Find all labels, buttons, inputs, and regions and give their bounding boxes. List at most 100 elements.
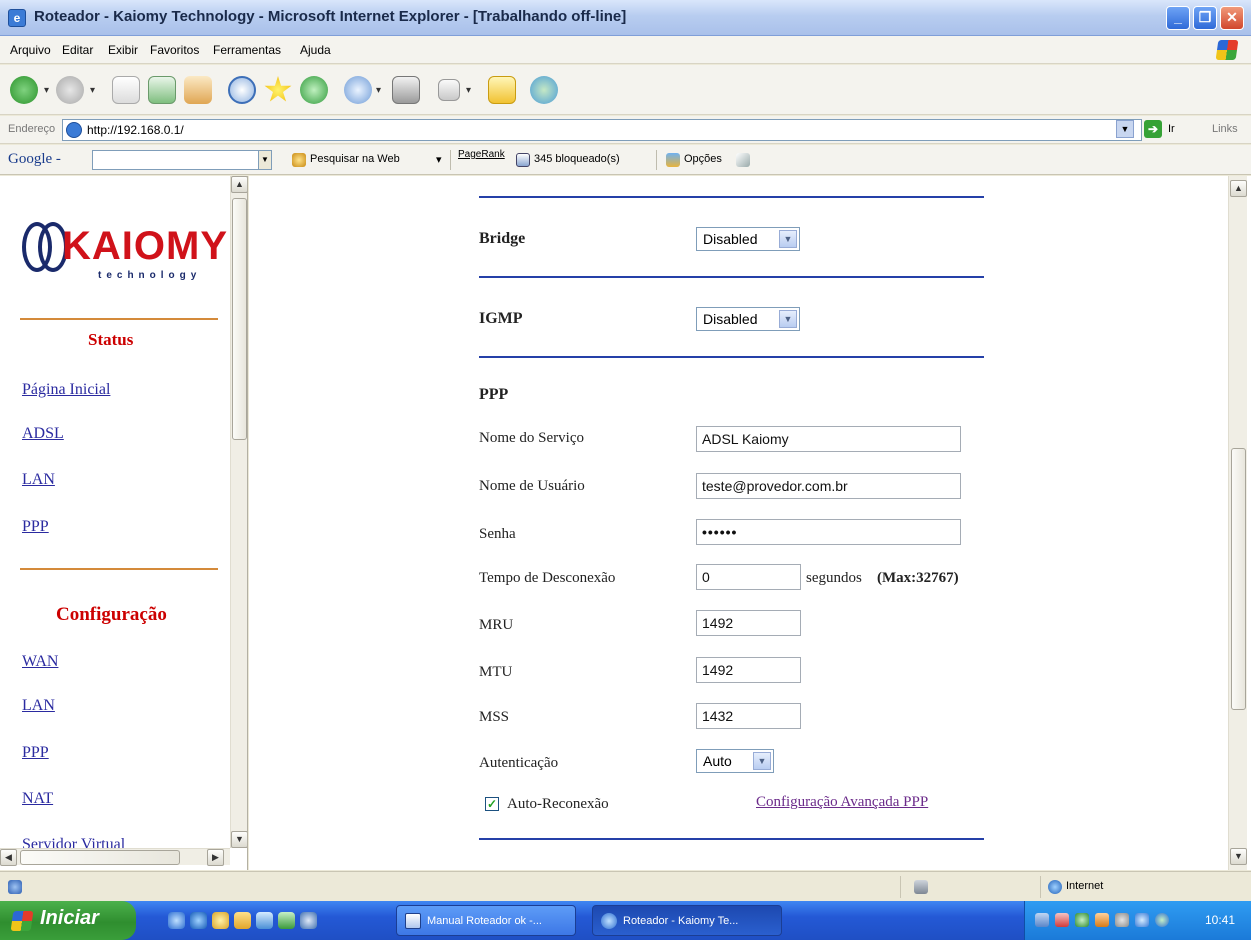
search-web-icon — [292, 153, 306, 167]
edit-icon[interactable] — [438, 79, 460, 101]
mail-dropdown-icon[interactable]: ▾ — [376, 85, 381, 96]
history-icon[interactable] — [300, 76, 328, 104]
scroll-left-icon[interactable]: ◀ — [0, 849, 17, 866]
nav-link-nat[interactable]: NAT — [22, 790, 53, 808]
tray-security-icon[interactable] — [1055, 913, 1069, 927]
bridge-select[interactable]: Disabled ▼ — [696, 227, 800, 251]
go-arrow-icon[interactable]: ➔ — [1144, 120, 1162, 138]
nav-link-wan[interactable]: WAN — [22, 653, 58, 671]
windows-flag-icon — [10, 911, 34, 931]
address-input[interactable]: http://192.168.0.1/ — [62, 119, 1142, 141]
tray-antivirus-icon[interactable] — [1155, 913, 1169, 927]
edit-dropdown-icon[interactable]: ▾ — [466, 85, 471, 96]
chevron-down-icon[interactable]: ▼ — [779, 230, 797, 248]
home-icon[interactable] — [184, 76, 212, 104]
task-roteador-kaiomy[interactable]: Roteador - Kaiomy Te... — [592, 905, 782, 936]
back-dropdown-icon[interactable]: ▾ — [44, 85, 49, 96]
search-web-button[interactable]: Pesquisar na Web — [310, 153, 400, 165]
refresh-icon[interactable] — [148, 76, 176, 104]
tray-update-icon[interactable] — [1135, 913, 1149, 927]
nav-link-pagina-inicial[interactable]: Página Inicial — [22, 381, 110, 399]
address-url[interactable]: http://192.168.0.1/ — [87, 123, 184, 137]
google-search-dropdown-icon[interactable]: ▼ — [258, 150, 272, 170]
forward-icon[interactable] — [56, 76, 84, 104]
discuss-icon[interactable] — [488, 76, 516, 104]
close-button[interactable]: ✕ — [1220, 6, 1244, 30]
chevron-down-icon[interactable]: ▼ — [753, 752, 771, 770]
mss-input[interactable]: 1432 — [696, 703, 801, 729]
nav-vertical-scrollbar[interactable]: ▲ ▼ — [230, 176, 247, 848]
mtu-input[interactable]: 1492 — [696, 657, 801, 683]
tray-network-icon[interactable] — [1035, 913, 1049, 927]
address-dropdown-icon[interactable]: ▼ — [1116, 120, 1134, 138]
auto-reconnect-checkbox[interactable]: ✓ — [485, 797, 499, 811]
mail-icon[interactable] — [344, 76, 372, 104]
search-web-dropdown-icon[interactable]: ▾ — [436, 153, 442, 166]
tray-messenger-icon[interactable] — [1075, 913, 1089, 927]
service-name-input[interactable]: ADSL Kaiomy — [696, 426, 961, 452]
username-input[interactable]: teste@provedor.com.br — [696, 473, 961, 499]
google-logo[interactable]: Google - — [8, 151, 61, 168]
quicklaunch-tool-icon[interactable] — [300, 912, 317, 929]
divider — [479, 276, 984, 278]
start-button[interactable]: Iniciar — [0, 901, 136, 940]
advanced-ppp-link[interactable]: Configuração Avançada PPP — [756, 794, 928, 811]
nav-link-status-ppp[interactable]: PPP — [22, 518, 49, 536]
nav-horizontal-scrollbar[interactable]: ◀ ▶ — [0, 848, 230, 866]
tray-app-icon[interactable] — [1095, 913, 1109, 927]
scroll-thumb[interactable] — [232, 198, 247, 440]
links-button[interactable]: Links — [1212, 123, 1238, 135]
stop-icon[interactable] — [112, 76, 140, 104]
task-manual-roteador[interactable]: Manual Roteador ok -... — [396, 905, 576, 936]
menu-ajuda[interactable]: Ajuda — [300, 43, 331, 57]
password-input[interactable]: •••••• — [696, 519, 961, 545]
back-icon[interactable] — [10, 76, 38, 104]
pagerank-label[interactable]: PageRank — [458, 149, 505, 160]
scroll-right-icon[interactable]: ▶ — [207, 849, 224, 866]
scroll-down-icon[interactable]: ▼ — [1230, 848, 1247, 865]
nav-link-config-ppp[interactable]: PPP — [22, 744, 49, 762]
nav-link-config-lan[interactable]: LAN — [22, 697, 55, 715]
content-vertical-scrollbar[interactable]: ▲ ▼ — [1228, 176, 1247, 870]
scroll-up-icon[interactable]: ▲ — [1230, 180, 1247, 197]
popup-blocked-count[interactable]: 345 bloqueado(s) — [534, 153, 620, 165]
igmp-select[interactable]: Disabled ▼ — [696, 307, 800, 331]
chevron-down-icon[interactable]: ▼ — [779, 310, 797, 328]
scroll-down-icon[interactable]: ▼ — [231, 831, 247, 848]
print-icon[interactable] — [392, 76, 420, 104]
forward-dropdown-icon[interactable]: ▾ — [90, 85, 95, 96]
google-search-input[interactable] — [92, 150, 270, 170]
quicklaunch-app-icon[interactable] — [278, 912, 295, 929]
quicklaunch-browser-icon[interactable] — [190, 912, 207, 929]
word-doc-icon — [405, 913, 421, 929]
nav-link-adsl[interactable]: ADSL — [22, 425, 64, 443]
authentication-select[interactable]: Auto ▼ — [696, 749, 774, 773]
logo-subtitle: technology — [98, 270, 202, 281]
content-frame: Bridge Disabled ▼ IGMP Disabled ▼ PPP No… — [249, 176, 1251, 870]
menu-ferramentas[interactable]: Ferramentas — [213, 43, 281, 57]
tray-volume-icon[interactable] — [1115, 913, 1129, 927]
menu-exibir[interactable]: Exibir — [108, 43, 138, 57]
quicklaunch-folder-icon[interactable] — [234, 912, 251, 929]
minimize-button[interactable]: _ — [1166, 6, 1190, 30]
scroll-thumb[interactable] — [20, 850, 180, 865]
scroll-thumb[interactable] — [1231, 448, 1246, 710]
menu-favoritos[interactable]: Favoritos — [150, 43, 199, 57]
favorites-icon[interactable] — [264, 76, 292, 102]
menu-arquivo[interactable]: Arquivo — [10, 43, 51, 57]
highlight-pencil-icon[interactable] — [736, 153, 750, 167]
messenger-icon[interactable] — [530, 76, 558, 104]
quicklaunch-desktop-icon[interactable] — [256, 912, 273, 929]
scroll-up-icon[interactable]: ▲ — [231, 176, 247, 193]
search-icon[interactable] — [228, 76, 256, 104]
go-button[interactable]: Ir — [1168, 123, 1175, 135]
page-icon — [66, 122, 82, 138]
options-button[interactable]: Opções — [684, 153, 722, 165]
maximize-button[interactable]: ❐ — [1193, 6, 1217, 30]
menu-editar[interactable]: Editar — [62, 43, 93, 57]
nav-link-status-lan[interactable]: LAN — [22, 471, 55, 489]
quicklaunch-ie-icon[interactable] — [168, 912, 185, 929]
quicklaunch-media-icon[interactable] — [212, 912, 229, 929]
disconnect-time-input[interactable]: 0 — [696, 564, 801, 590]
mru-input[interactable]: 1492 — [696, 610, 801, 636]
